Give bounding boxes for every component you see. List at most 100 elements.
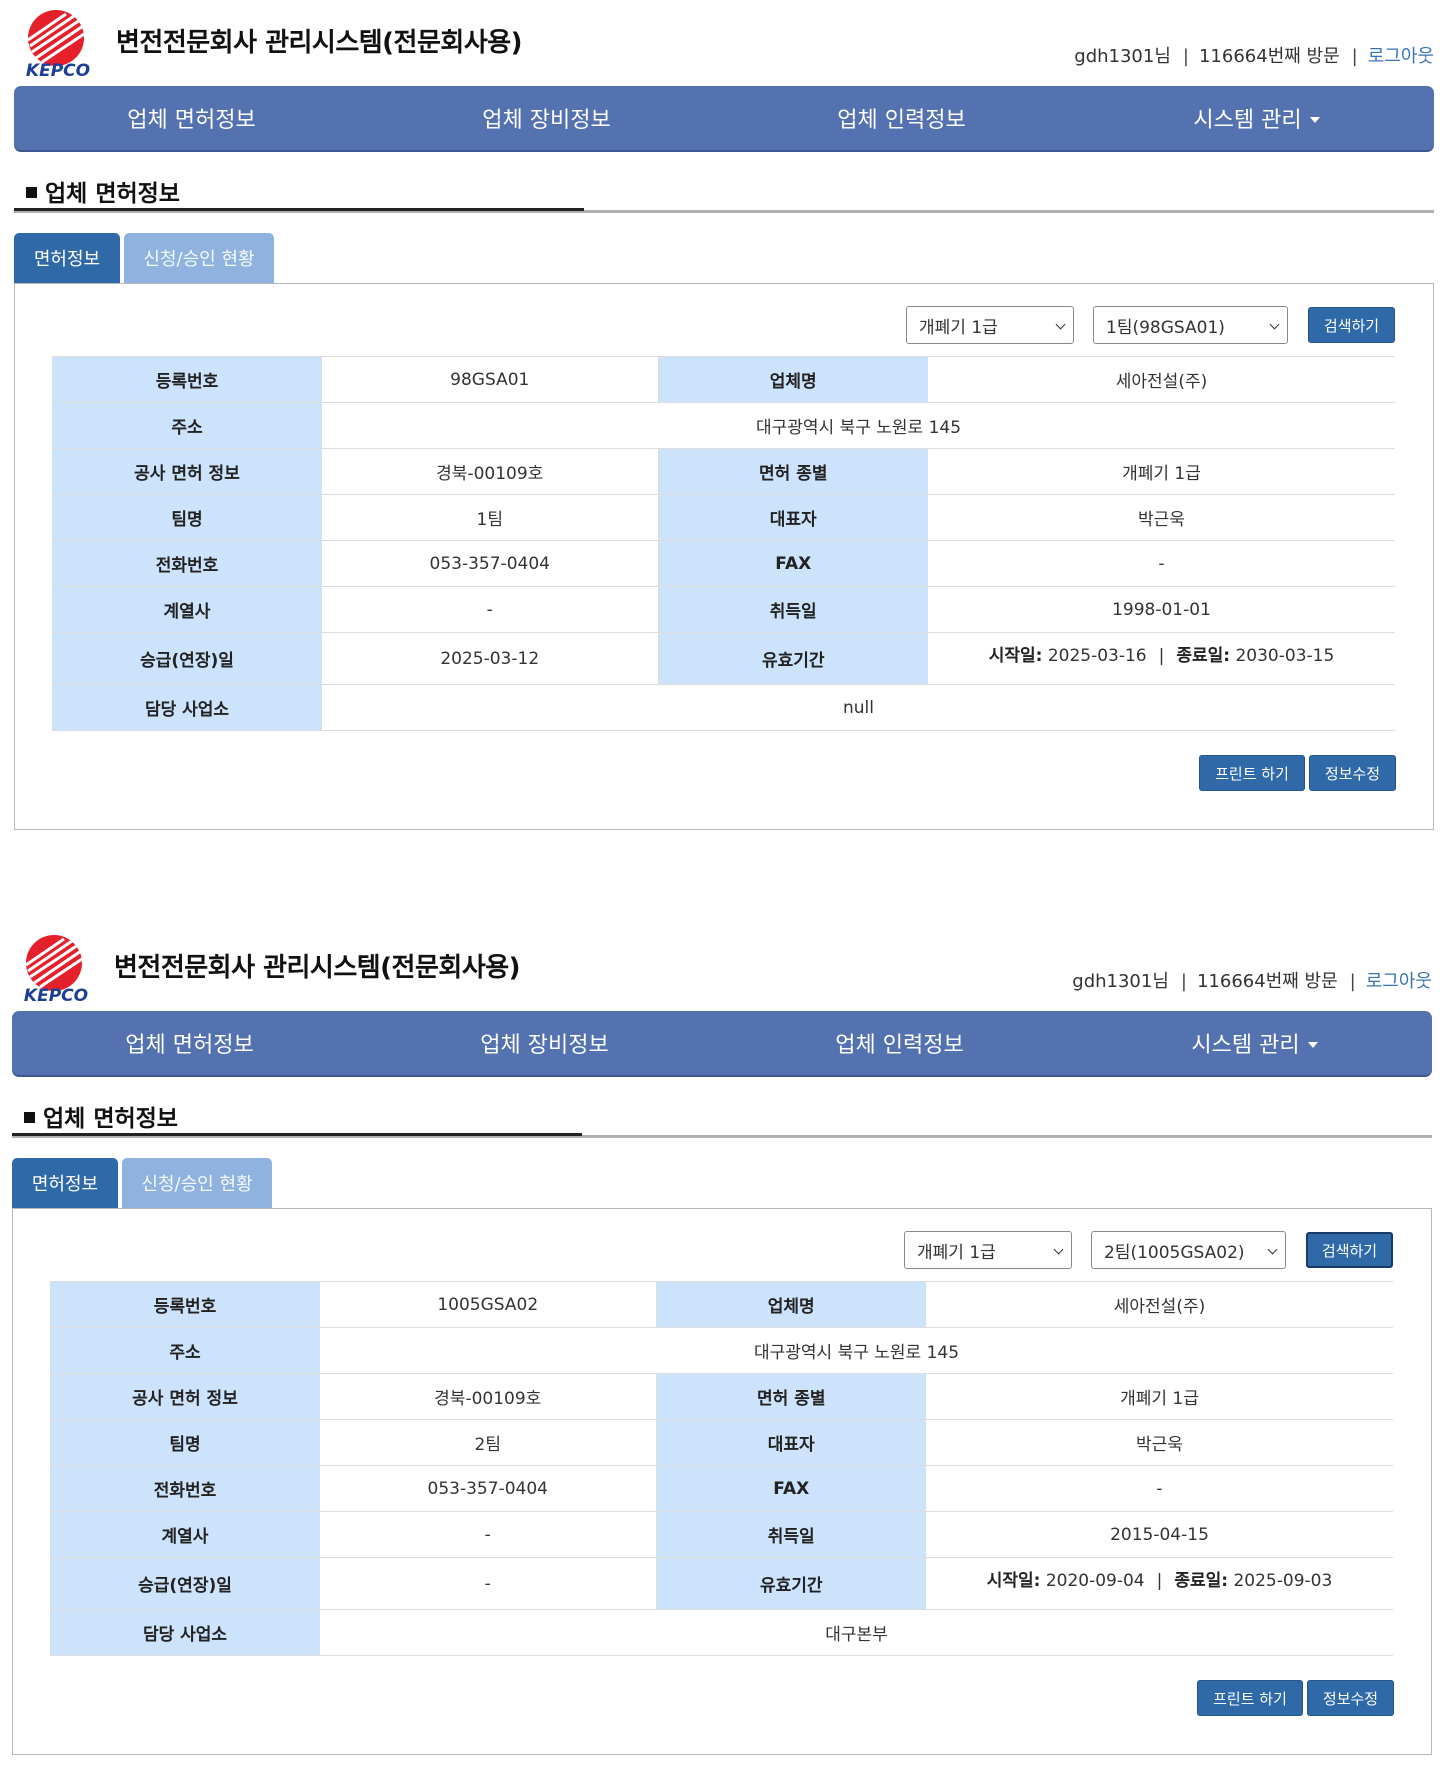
grade-select-value: 개폐기 1급 xyxy=(917,1242,996,1263)
label-phone: 전화번호 xyxy=(50,1465,320,1512)
value-fax: - xyxy=(928,540,1395,587)
label-validity: 유효기간 xyxy=(656,1557,926,1610)
svg-text:KEPCO: KEPCO xyxy=(24,986,88,1003)
user-name: gdh1301님 xyxy=(1072,971,1169,992)
section-title-text: 업체 면허정보 xyxy=(43,1106,178,1132)
value-team-name: 1팀 xyxy=(322,494,659,541)
screen-panel-1: KEPCO 변전전문회사 관리시스템(전문회사용) gdh1301님 | 11666… xyxy=(0,0,1448,855)
search-button[interactable]: 검색하기 xyxy=(1306,1232,1393,1268)
chevron-down-icon xyxy=(1269,319,1280,330)
value-ceo: 박근욱 xyxy=(926,1419,1393,1466)
label-affiliate: 계열사 xyxy=(52,586,322,633)
edit-info-button[interactable]: 정보수정 xyxy=(1309,755,1396,791)
table-row: 주소 대구광역시 북구 노원로 145 xyxy=(50,1327,1393,1374)
chevron-down-icon xyxy=(1267,1244,1278,1255)
logout-link[interactable]: 로그아웃 xyxy=(1368,46,1434,67)
nav-label: 시스템 관리 xyxy=(1191,1033,1300,1058)
nav-item-license[interactable]: 업체 면허정보 xyxy=(12,1011,367,1075)
kepco-logo[interactable]: KEPCO xyxy=(14,931,98,1003)
grade-select[interactable]: 개폐기 1급 xyxy=(906,306,1074,344)
logout-link[interactable]: 로그아웃 xyxy=(1366,971,1432,992)
tab-application-status[interactable]: 신청/승인 현황 xyxy=(122,1158,272,1208)
team-select-value: 1팀(98GSA01) xyxy=(1106,317,1225,338)
print-button[interactable]: 프린트 하기 xyxy=(1199,755,1305,791)
nav-label: 업체 인력정보 xyxy=(835,1033,964,1058)
license-info-table: 등록번호 98GSA01 업체명 세아전설(주) 주소 대구광역시 북구 노원로… xyxy=(52,356,1395,731)
value-office: 대구본부 xyxy=(320,1609,1393,1656)
label-office: 담당 사업소 xyxy=(52,684,322,731)
nav-item-license[interactable]: 업체 면허정보 xyxy=(14,86,369,150)
grade-select[interactable]: 개폐기 1급 xyxy=(904,1231,1072,1269)
end-label: 종료일: xyxy=(1176,646,1231,666)
label-team-name: 팀명 xyxy=(50,1419,320,1466)
nav-item-equipment[interactable]: 업체 장비정보 xyxy=(367,1011,722,1075)
value-team-name: 2팀 xyxy=(320,1419,657,1466)
label-validity: 유효기간 xyxy=(658,632,928,685)
nav-label: 업체 장비정보 xyxy=(482,108,611,133)
section-title: 업체 면허정보 xyxy=(24,1099,178,1133)
value-affiliate: - xyxy=(322,586,659,633)
table-row: 계열사 - 취득일 2015-04-15 xyxy=(50,1511,1393,1558)
separator: | xyxy=(1351,46,1358,67)
screen-panel-2: KEPCO 변전전문회사 관리시스템(전문회사용) gdh1301님 | 11666… xyxy=(0,925,1446,1780)
value-address: 대구광역시 북구 노원로 145 xyxy=(320,1327,1393,1374)
label-office: 담당 사업소 xyxy=(50,1609,320,1656)
label-ceo: 대표자 xyxy=(658,494,928,541)
value-license-type: 개폐기 1급 xyxy=(928,448,1395,495)
search-button[interactable]: 검색하기 xyxy=(1308,307,1395,343)
edit-info-button[interactable]: 정보수정 xyxy=(1307,1680,1394,1716)
label-license-info: 공사 면허 정보 xyxy=(50,1373,320,1420)
label-promotion-date: 승급(연장)일 xyxy=(50,1557,320,1610)
table-row: 승급(연장)일 - 유효기간 시작일: 2020-09-04 | 종료일: 2025… xyxy=(50,1557,1393,1610)
start-label: 시작일: xyxy=(988,646,1043,666)
print-button[interactable]: 프린트 하기 xyxy=(1197,1680,1303,1716)
table-row: 전화번호 053-357-0404 FAX - xyxy=(52,540,1395,587)
value-phone: 053-357-0404 xyxy=(322,540,659,587)
table-row: 주소 대구광역시 북구 노원로 145 xyxy=(52,402,1395,449)
team-select[interactable]: 1팀(98GSA01) xyxy=(1093,306,1288,344)
nav-item-equipment[interactable]: 업체 장비정보 xyxy=(369,86,724,150)
label-affiliate: 계열사 xyxy=(50,1511,320,1558)
label-license-type: 면허 종별 xyxy=(656,1373,926,1420)
value-company-name: 세아전설(주) xyxy=(928,356,1395,403)
value-phone: 053-357-0404 xyxy=(320,1465,657,1512)
tab-license-info[interactable]: 면허정보 xyxy=(14,233,120,283)
nav-item-system[interactable]: 시스템 관리 xyxy=(1077,1011,1432,1075)
kepco-logo[interactable]: KEPCO xyxy=(16,6,100,78)
license-info-table: 등록번호 1005GSA02 업체명 세아전설(주) 주소 대구광역시 북구 노… xyxy=(50,1281,1393,1656)
separator: | xyxy=(1182,46,1189,67)
value-ceo: 박근욱 xyxy=(928,494,1395,541)
table-row: 공사 면허 정보 경북-00109호 면허 종별 개폐기 1급 xyxy=(50,1373,1393,1420)
label-acquire-date: 취득일 xyxy=(658,586,928,633)
separator: | xyxy=(1349,971,1356,992)
license-content: 개폐기 1급 2팀(1005GSA02) 검색하기 등록번호 1005GSA02… xyxy=(12,1208,1432,1755)
label-fax: FAX xyxy=(656,1465,926,1512)
nav-item-personnel[interactable]: 업체 인력정보 xyxy=(724,86,1079,150)
system-title: 변전전문회사 관리시스템(전문회사용) xyxy=(116,28,523,58)
label-company-name: 업체명 xyxy=(658,356,928,403)
value-validity: 시작일: 2020-09-04 | 종료일: 2025-09-03 xyxy=(926,1557,1393,1610)
user-info: gdh1301님 | 116664번째 방문 | 로그아웃 xyxy=(1074,42,1434,68)
team-select[interactable]: 2팀(1005GSA02) xyxy=(1091,1231,1286,1269)
value-reg-no: 1005GSA02 xyxy=(320,1281,657,1328)
tab-license-info[interactable]: 면허정보 xyxy=(12,1158,118,1208)
svg-text:KEPCO: KEPCO xyxy=(26,61,90,78)
main-nav: 업체 면허정보 업체 장비정보 업체 인력정보 시스템 관리 xyxy=(14,86,1434,152)
end-date: 2025-09-03 xyxy=(1233,1571,1333,1591)
separator: | xyxy=(1156,1571,1163,1591)
system-title: 변전전문회사 관리시스템(전문회사용) xyxy=(114,953,521,983)
tab-application-status[interactable]: 신청/승인 현황 xyxy=(124,233,274,283)
caret-down-icon xyxy=(1309,116,1320,123)
separator: | xyxy=(1158,646,1165,666)
license-content: 개폐기 1급 1팀(98GSA01) 검색하기 등록번호 98GSA01 업체명… xyxy=(14,283,1434,830)
table-row: 팀명 2팀 대표자 박근욱 xyxy=(50,1419,1393,1466)
nav-label: 시스템 관리 xyxy=(1193,108,1302,133)
table-row: 등록번호 98GSA01 업체명 세아전설(주) xyxy=(52,356,1395,403)
start-date: 2025-03-16 xyxy=(1047,646,1147,666)
end-date: 2030-03-15 xyxy=(1235,646,1335,666)
visit-count: 116664번째 방문 xyxy=(1196,971,1338,992)
nav-item-system[interactable]: 시스템 관리 xyxy=(1079,86,1434,150)
nav-item-personnel[interactable]: 업체 인력정보 xyxy=(722,1011,1077,1075)
value-fax: - xyxy=(926,1465,1393,1512)
value-address: 대구광역시 북구 노원로 145 xyxy=(322,402,1395,449)
